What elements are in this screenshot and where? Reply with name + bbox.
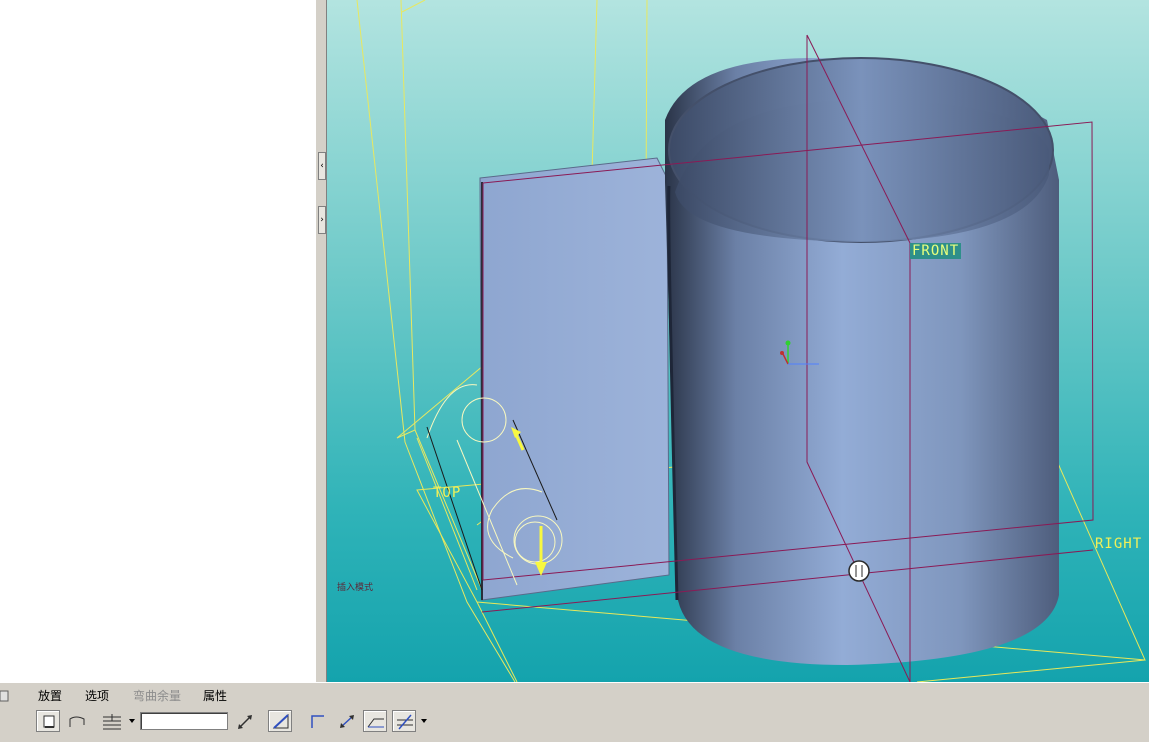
tab-placement[interactable]: 放置 bbox=[38, 687, 62, 704]
graphics-viewport[interactable]: FRONT RIGHT TOP 插入模式 bbox=[327, 0, 1149, 682]
flip-direction-icon bbox=[340, 715, 354, 728]
bend-angle-button[interactable] bbox=[392, 710, 416, 732]
dashboard-corner-icon bbox=[0, 690, 9, 702]
surface-wall-button[interactable] bbox=[64, 710, 88, 732]
tab-bend-allowance: 弯曲余量 bbox=[133, 689, 182, 703]
bend-edge-icon bbox=[367, 718, 384, 728]
model-tree-panel[interactable] bbox=[0, 0, 316, 682]
offset-icon bbox=[272, 713, 289, 729]
flip-thickness-icon bbox=[238, 715, 252, 729]
tab-options[interactable]: 选项 bbox=[85, 687, 109, 704]
flip-direction-button[interactable] bbox=[334, 710, 358, 732]
insert-mode-indicator: 插入模式 bbox=[337, 583, 374, 593]
dimension-value-input[interactable] bbox=[140, 712, 228, 730]
datum-label-right: RIGHT bbox=[1095, 536, 1143, 552]
flat-flange bbox=[479, 157, 670, 601]
feature-dashboard: 放置 选项 弯曲余量 属性 bbox=[0, 682, 1149, 742]
expand-right-arrow-icon[interactable]: › bbox=[318, 206, 326, 234]
bend-edge-button[interactable] bbox=[363, 710, 387, 732]
datum-label-front: FRONT bbox=[910, 243, 962, 259]
dropdown-arrow-icon bbox=[129, 719, 135, 723]
dropdown-arrow-icon bbox=[421, 719, 427, 723]
thickness-button[interactable] bbox=[99, 710, 123, 732]
datum-point-marker-icon bbox=[848, 560, 870, 582]
surface-wall-icon bbox=[69, 716, 85, 727]
collapse-left-arrow-icon[interactable]: ‹ bbox=[318, 152, 326, 180]
solid-wall-icon bbox=[43, 715, 55, 728]
model-canvas bbox=[356, 0, 1146, 682]
thickness-dropdown[interactable] bbox=[127, 710, 137, 732]
panel-splitter[interactable]: ‹ › bbox=[315, 0, 327, 682]
relief-corner-button[interactable] bbox=[305, 710, 329, 732]
solid-wall-button[interactable] bbox=[36, 710, 60, 732]
thickness-icon bbox=[103, 714, 121, 730]
offset-button[interactable] bbox=[268, 710, 292, 732]
bend-angle-dropdown[interactable] bbox=[419, 710, 429, 732]
datum-label-top: TOP bbox=[433, 485, 462, 501]
relief-corner-icon bbox=[311, 715, 324, 728]
flip-thickness-button[interactable] bbox=[232, 710, 256, 732]
tab-properties[interactable]: 属性 bbox=[203, 687, 227, 704]
bend-angle-icon bbox=[397, 714, 413, 730]
